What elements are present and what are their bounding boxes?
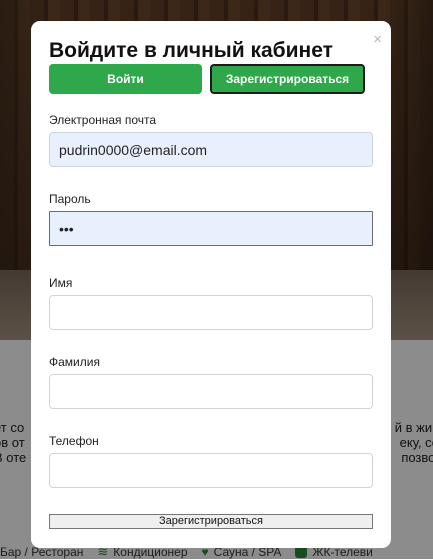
first-name-label: Имя (49, 276, 73, 290)
login-modal: Войдите в личный кабинет × Войти Зарегис… (31, 21, 391, 548)
login-tab-button[interactable]: Войти (49, 64, 202, 94)
email-group: Электронная почта (49, 113, 373, 167)
last-name-field[interactable] (49, 374, 373, 409)
auth-tabs: Войти Зарегистрироваться (49, 64, 373, 94)
password-label: Пароль (49, 192, 91, 206)
phone-label: Телефон (49, 434, 99, 448)
password-field[interactable] (49, 211, 373, 246)
register-submit-button[interactable]: Зарегистрироваться (49, 514, 373, 529)
email-field[interactable] (49, 132, 373, 167)
register-tab-button[interactable]: Зарегистрироваться (210, 64, 365, 94)
first-name-group: Имя (49, 276, 373, 330)
close-icon[interactable]: × (373, 32, 382, 47)
last-name-label: Фамилия (49, 355, 100, 369)
email-label: Электронная почта (49, 113, 157, 127)
modal-title: Войдите в личный кабинет (49, 39, 333, 62)
phone-group: Телефон (49, 434, 373, 488)
password-group: Пароль (49, 192, 373, 246)
first-name-field[interactable] (49, 295, 373, 330)
last-name-group: Фамилия (49, 355, 373, 409)
phone-field[interactable] (49, 453, 373, 488)
